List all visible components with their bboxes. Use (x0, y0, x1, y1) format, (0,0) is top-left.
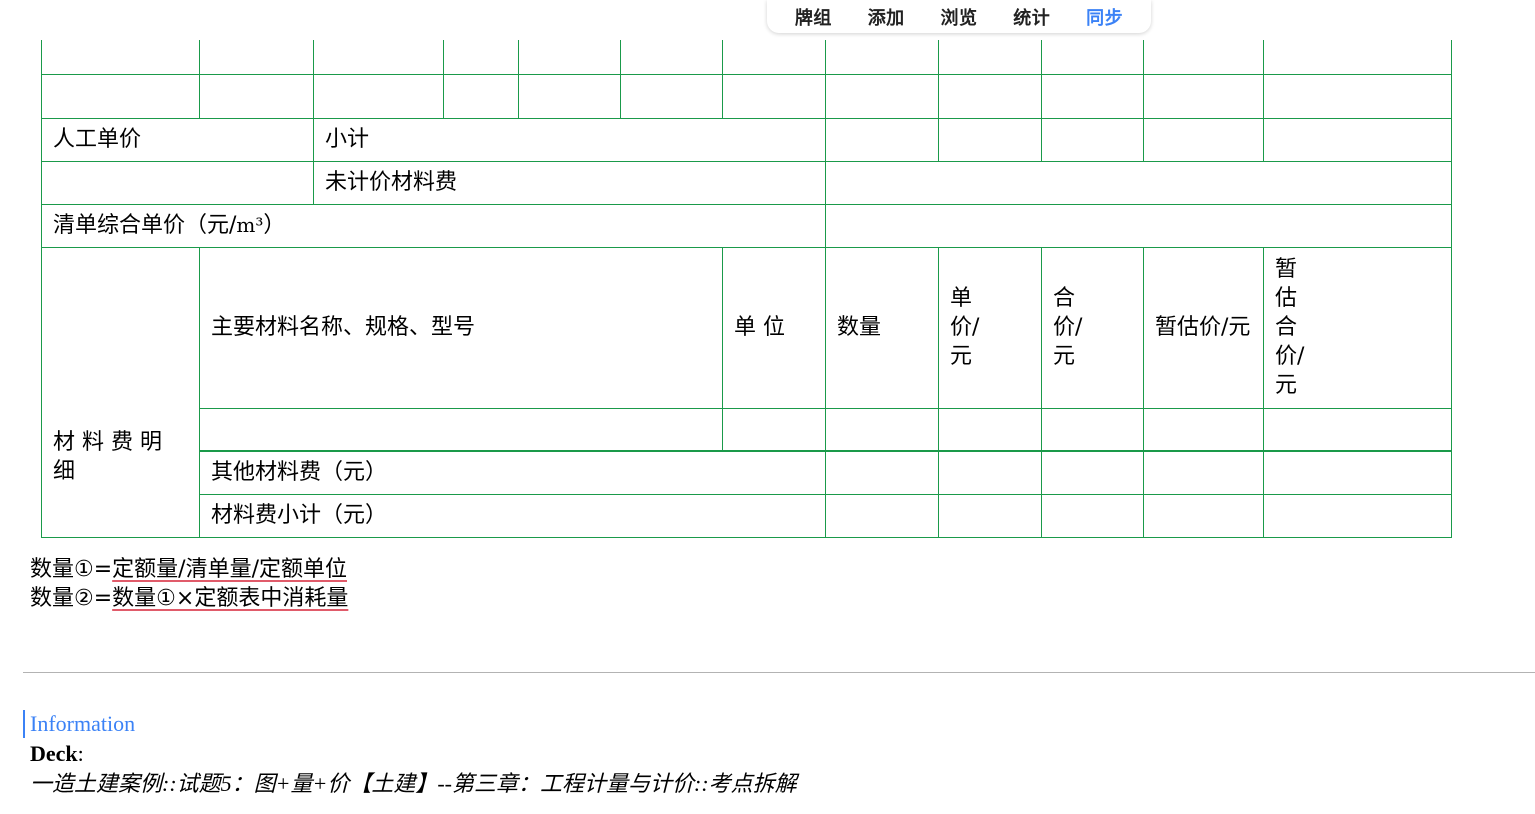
table-cell (199, 407, 723, 452)
table-cell (1143, 40, 1264, 75)
table-cell (825, 407, 939, 452)
table-row: 其他材料费（元） (42, 450, 1452, 495)
toolbar-decks-button[interactable]: 牌组 (795, 4, 832, 30)
table-cell (41, 160, 314, 205)
table-cell (199, 40, 314, 75)
top-toolbar: 牌组 添加 浏览 统计 同步 (767, 0, 1151, 33)
table-cell (825, 203, 1452, 248)
table-cell (1263, 450, 1452, 495)
table-cell (518, 73, 621, 119)
material-name-header: 主要材料名称、规格、型号 (199, 246, 723, 409)
other-material-fee-cell: 其他材料费（元） (199, 450, 826, 495)
table-cell (722, 73, 826, 119)
table-cell (1041, 117, 1144, 162)
table-cell (938, 407, 1042, 452)
table-cell (313, 40, 444, 75)
table-cell (825, 493, 939, 538)
toolbar-stats-button[interactable]: 统计 (1013, 4, 1050, 30)
table-cell (518, 40, 621, 75)
table-cell (938, 450, 1042, 495)
quantity-header: 数量 (825, 246, 939, 409)
material-detail-cell: 材 料 费 明 细 (41, 246, 200, 538)
table-cell (1041, 40, 1144, 75)
table-cell (1263, 407, 1452, 452)
table-cell (1143, 450, 1264, 495)
table-cell (313, 73, 444, 119)
toolbar-add-button[interactable]: 添加 (868, 4, 905, 30)
table-cell (620, 40, 723, 75)
table-cell (1143, 117, 1264, 162)
table-cell (1263, 117, 1452, 162)
subtotal-cell: 小计 (313, 117, 826, 162)
table-cell (1143, 407, 1264, 452)
table-cell (938, 117, 1042, 162)
unit-header: 单 位 (722, 246, 826, 409)
toolbar-browse-button[interactable]: 浏览 (940, 4, 977, 30)
table-row: 材料费小计（元） (42, 493, 1452, 538)
table-row (42, 407, 1452, 452)
bill-composite-unit-price-cell: 清单综合单价（元/m³） (41, 203, 826, 248)
table-cell (41, 73, 200, 119)
table-cell (1041, 493, 1144, 538)
table-cell (199, 73, 314, 119)
bill-composite-label: 清单综合单价（元/ (53, 213, 237, 238)
table-cell (443, 40, 519, 75)
cost-analysis-table: 人工单价 小计 未计价材料费 清单综合单价（元/m³） 材 料 费 明 细 主要… (41, 40, 1452, 538)
table-cell (41, 40, 200, 75)
labor-unit-price-cell: 人工单价 (41, 117, 314, 162)
note-prefix: 数量①= (30, 557, 113, 582)
unit-price-header: 单价/元 (938, 246, 1042, 409)
table-cell (825, 40, 939, 75)
note-line-2: 数量②=数量①×定额表中消耗量 (30, 584, 348, 613)
table-cell (1143, 493, 1264, 538)
deck-colon: : (77, 741, 84, 766)
info-heading: Information (23, 710, 1223, 738)
horizontal-divider (23, 672, 1535, 673)
table-cell (443, 73, 519, 119)
table-row: 未计价材料费 (41, 160, 1452, 205)
deck-label-line: Deck: (30, 739, 1223, 769)
table-cell (825, 117, 939, 162)
deck-label: Deck (30, 741, 78, 766)
table-cell (938, 73, 1042, 119)
table-cell (1143, 73, 1264, 119)
unit-m3: m³ (236, 213, 264, 237)
table-cell (620, 73, 723, 119)
note-formula: 数量①×定额表中消耗量 (112, 586, 349, 611)
table-row (41, 73, 1452, 119)
unpriced-material-fee-cell: 未计价材料费 (313, 160, 826, 205)
table-cell (1041, 407, 1144, 452)
table-row: 清单综合单价（元/m³） (41, 203, 1452, 248)
table-cell (938, 40, 1042, 75)
table-cell (722, 40, 826, 75)
table-cell (1041, 73, 1144, 119)
close-paren: ） (263, 213, 286, 238)
table-row (41, 40, 1452, 75)
table-row: 材 料 费 明 细 主要材料名称、规格、型号 单 位 数量 单价/元 合价/元 … (41, 246, 1452, 538)
table-cell (938, 493, 1042, 538)
table-cell (1263, 493, 1452, 538)
quantity-notes: 数量①=定额量/清单量/定额单位 数量②=数量①×定额表中消耗量 (30, 555, 348, 613)
table-row: 人工单价 小计 (41, 117, 1452, 162)
note-line-1: 数量①=定额量/清单量/定额单位 (30, 555, 348, 584)
table-cell (825, 160, 1452, 205)
est-unit-price-header: 暂估价/元 (1143, 246, 1264, 409)
table-cell (1263, 40, 1452, 75)
table-cell (825, 450, 939, 495)
table-cell (1263, 73, 1452, 119)
toolbar-sync-button[interactable]: 同步 (1086, 4, 1123, 30)
total-price-header: 合价/元 (1041, 246, 1144, 409)
table-cell (825, 73, 939, 119)
deck-name: 一造土建案例::试题5：图+量+价【土建】--第三章：工程计量与计价::考点拆解 (30, 771, 797, 796)
note-prefix: 数量②= (30, 586, 113, 611)
info-section: Information Deck: 一造土建案例::试题5：图+量+价【土建】-… (23, 710, 1223, 799)
table-cell (722, 407, 826, 452)
est-total-price-header: 暂估合价/元 (1263, 246, 1452, 409)
note-formula: 定额量/清单量/定额单位 (112, 557, 347, 582)
table-cell (1041, 450, 1144, 495)
material-subtotal-cell: 材料费小计（元） (199, 493, 826, 538)
